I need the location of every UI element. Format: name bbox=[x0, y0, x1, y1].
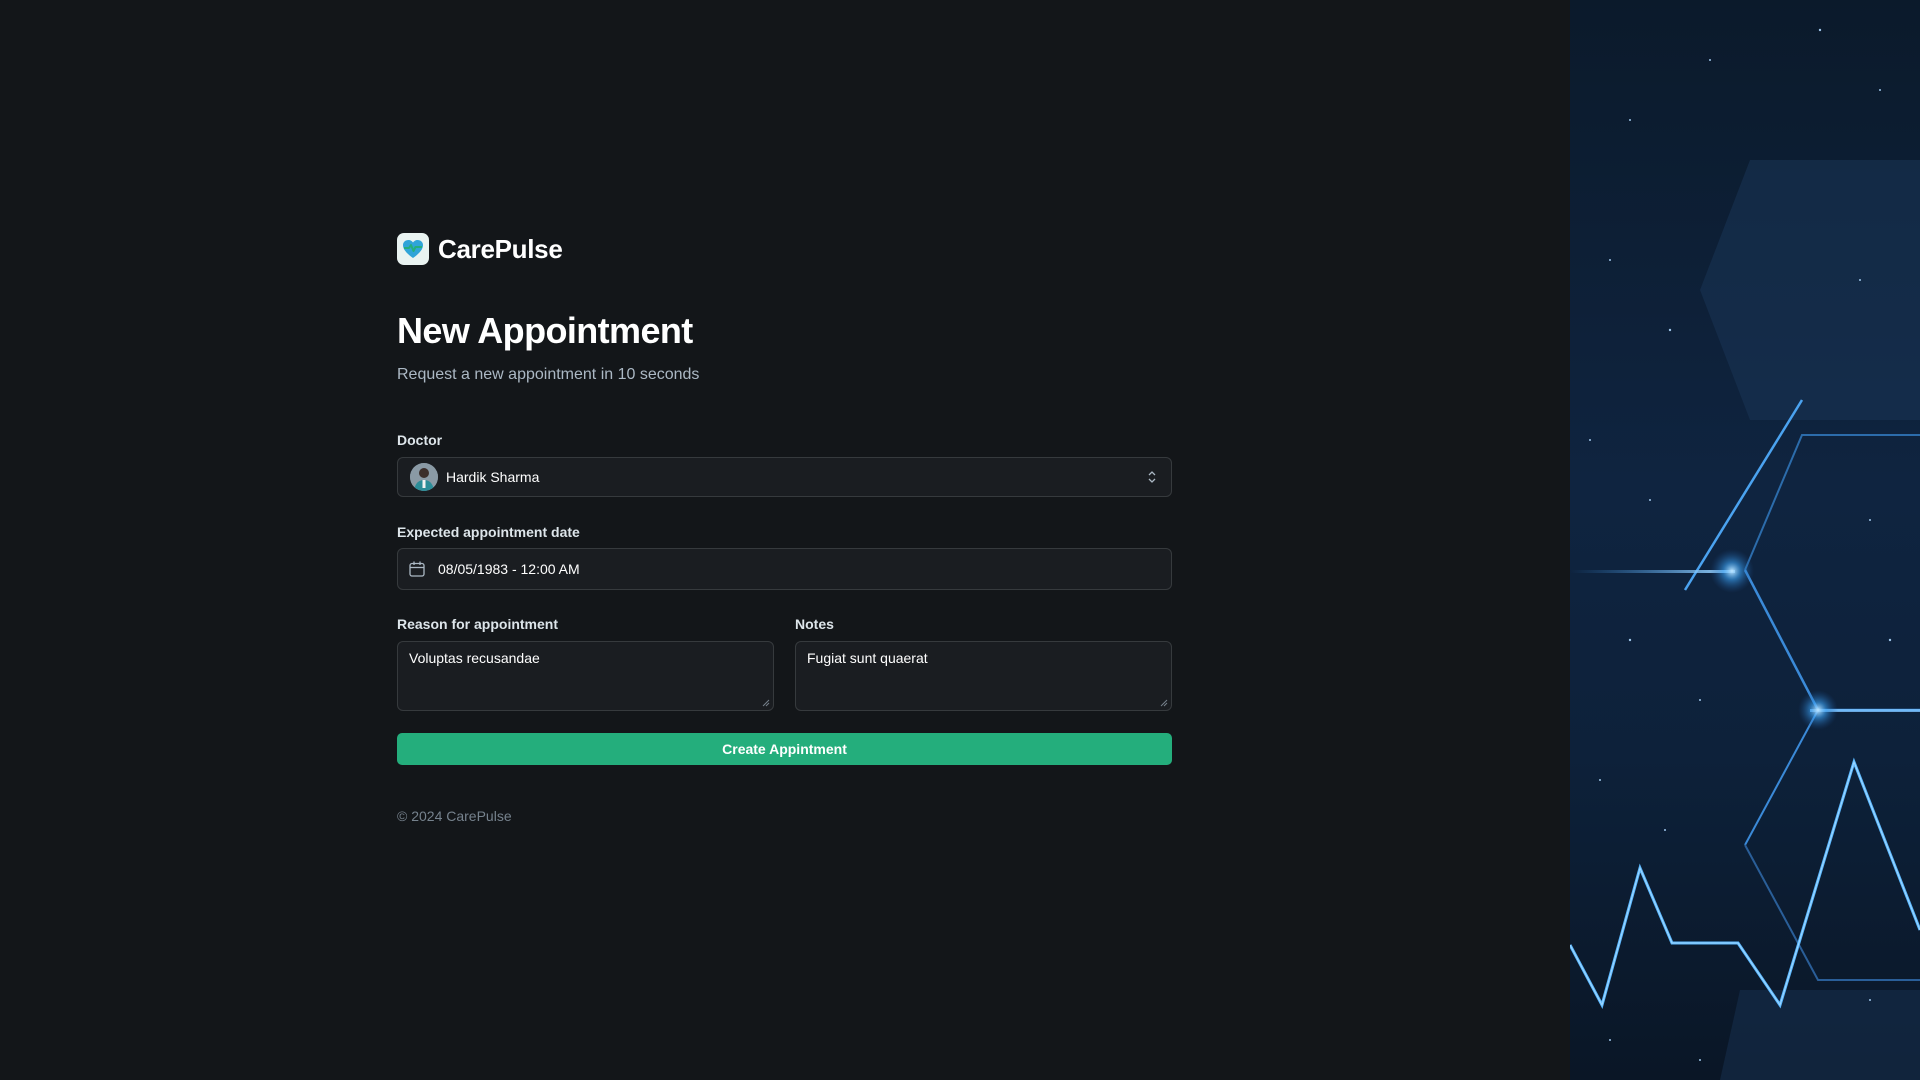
reason-column: Reason for appointment Voluptas recusand… bbox=[397, 616, 774, 711]
copyright-footer: © 2024 CarePulse bbox=[397, 808, 512, 824]
notes-value: Fugiat sunt quaerat bbox=[807, 650, 928, 666]
notes-textarea[interactable]: Fugiat sunt quaerat bbox=[795, 641, 1172, 711]
heartbeat-hexagon-illustration bbox=[1570, 28, 1920, 1080]
doctor-avatar bbox=[410, 463, 438, 491]
doctor-label: Doctor bbox=[397, 432, 443, 448]
brand-name: CarePulse bbox=[438, 233, 563, 264]
date-value: 08/05/1983 - 12:00 AM bbox=[438, 561, 580, 577]
reason-value: Voluptas recusandae bbox=[409, 650, 540, 666]
page: CarePulse New Appointment Request a new … bbox=[0, 0, 1920, 1080]
resize-handle-icon[interactable] bbox=[762, 699, 770, 707]
form-panel: CarePulse New Appointment Request a new … bbox=[0, 0, 1570, 1080]
page-title: New Appointment bbox=[397, 310, 693, 351]
resize-handle-icon[interactable] bbox=[1160, 699, 1168, 707]
notes-column: Notes Fugiat sunt quaerat bbox=[795, 616, 1172, 711]
page-subtitle: Request a new appointment in 10 seconds bbox=[397, 366, 700, 383]
appointment-date-input[interactable]: 08/05/1983 - 12:00 AM bbox=[397, 548, 1172, 590]
appointment-form: CarePulse New Appointment Request a new … bbox=[397, 232, 1172, 824]
reason-notes-row: Reason for appointment Voluptas recusand… bbox=[397, 616, 1172, 711]
reason-label: Reason for appointment bbox=[397, 616, 559, 632]
create-appointment-button[interactable]: Create Appintment bbox=[397, 733, 1172, 765]
hero-background-image bbox=[1570, 0, 1920, 1080]
calendar-icon bbox=[409, 561, 425, 577]
notes-label: Notes bbox=[795, 616, 834, 632]
heart-pulse-logo-icon bbox=[397, 233, 429, 265]
doctor-select-value: Hardik Sharma bbox=[446, 469, 540, 485]
doctor-select[interactable]: Hardik Sharma bbox=[397, 457, 1172, 497]
reason-textarea[interactable]: Voluptas recusandae bbox=[397, 641, 774, 711]
brand-logo: CarePulse bbox=[397, 232, 1172, 266]
date-label: Expected appointment date bbox=[397, 524, 580, 540]
chevron-up-down-icon bbox=[1148, 471, 1156, 483]
